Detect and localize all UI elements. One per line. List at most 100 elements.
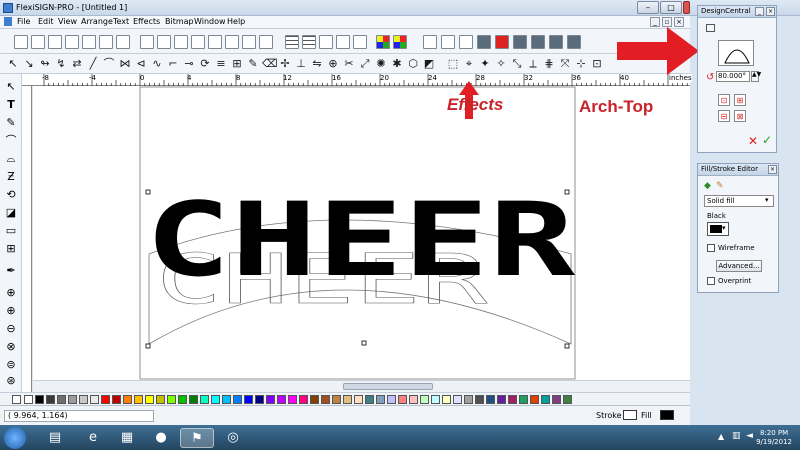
overprint-checkbox[interactable] <box>707 277 715 285</box>
ruler-tool-icon[interactable]: ▭ <box>4 224 18 238</box>
close-button[interactable] <box>683 1 690 14</box>
bevel-icon[interactable] <box>513 35 527 49</box>
properties-icon[interactable] <box>353 35 367 49</box>
show-rulers-icon[interactable] <box>302 35 316 49</box>
blend-icon[interactable] <box>549 35 563 49</box>
zoom-out-icon[interactable]: ⊖ <box>4 322 18 336</box>
palette-swatch[interactable] <box>508 395 517 404</box>
zoom-tools-icon[interactable] <box>319 35 333 49</box>
menu-bitmap[interactable]: Bitmap <box>165 17 194 26</box>
arch-option-4-icon[interactable]: ⊠ <box>734 110 746 122</box>
no-color-swatch[interactable] <box>12 395 21 404</box>
zoom-all-icon[interactable]: ⊛ <box>4 374 18 388</box>
palette-swatch[interactable] <box>475 395 484 404</box>
menu-window[interactable]: Window <box>194 17 226 26</box>
app-taskbar-icon[interactable]: ◎ <box>216 428 250 448</box>
angle-spinner[interactable]: ▲▼ <box>751 71 761 82</box>
origin-icon[interactable]: ⊹ <box>574 57 588 70</box>
contour-icon[interactable] <box>495 35 509 49</box>
arc-tool-icon[interactable]: ⌒ <box>4 134 18 148</box>
kern-icon[interactable]: ⇄ <box>70 57 84 70</box>
corner-icon[interactable]: ⌐ <box>166 57 180 70</box>
palette-swatch[interactable] <box>321 395 330 404</box>
fill-bucket-icon[interactable]: ◆ <box>704 181 711 191</box>
palette-swatch[interactable] <box>486 395 495 404</box>
tray-flag-icon[interactable]: ▲ <box>718 432 724 441</box>
palette-swatch[interactable] <box>167 395 176 404</box>
palette-swatch[interactable] <box>310 395 319 404</box>
panel-close-icon[interactable]: × <box>768 165 777 174</box>
pan-icon[interactable]: ✧ <box>494 57 508 70</box>
palette-swatch[interactable] <box>211 395 220 404</box>
arch-option-2-icon[interactable]: ⊞ <box>734 94 746 106</box>
palette-swatch[interactable] <box>255 395 264 404</box>
effects-distortion-icon[interactable] <box>459 35 473 49</box>
copy-icon[interactable] <box>157 35 171 49</box>
knife-icon[interactable]: ✎ <box>246 57 260 70</box>
stroke-pen-icon[interactable]: ✎ <box>716 181 724 191</box>
wireframe-checkbox[interactable] <box>707 244 715 252</box>
menu-view[interactable]: View <box>58 17 77 26</box>
weld-icon[interactable] <box>567 35 581 49</box>
maximize-button[interactable]: □ <box>660 1 682 14</box>
explorer-icon[interactable]: ▤ <box>38 428 72 448</box>
shape-tool-icon[interactable]: ✎ <box>4 116 18 130</box>
pointer-icon[interactable]: ⤡ <box>510 57 524 70</box>
align-tool-icon[interactable]: ⊞ <box>4 242 18 256</box>
color-palette-icon[interactable] <box>376 35 390 49</box>
palette-swatch[interactable] <box>343 395 352 404</box>
scrollbar-thumb[interactable] <box>343 383 433 390</box>
apply-check-icon[interactable]: ✓ <box>762 133 772 147</box>
palette-swatch[interactable] <box>497 395 506 404</box>
measure-icon[interactable]: ✦ <box>478 57 492 70</box>
fill-type-select[interactable]: Solid fill <box>704 195 774 207</box>
horizontal-ruler[interactable]: -8 -4 0 4 8 12 16 20 24 28 32 36 40 inch… <box>22 74 692 86</box>
emboss-icon[interactable] <box>531 35 545 49</box>
cancel-icon[interactable]: ✕ <box>748 134 758 148</box>
paste-icon[interactable] <box>174 35 188 49</box>
contour-tool-icon[interactable]: ⌓ <box>4 152 18 166</box>
palette-swatch[interactable] <box>178 395 187 404</box>
clock[interactable]: 8:20 PM 9/19/2012 <box>756 429 792 447</box>
panel-pin-icon[interactable]: _ <box>755 7 764 16</box>
zoom-plus-icon[interactable]: ⊕ <box>4 304 18 318</box>
fill-stroke-icon[interactable] <box>423 35 437 49</box>
advanced-button[interactable]: Advanced... <box>716 260 762 272</box>
palette-swatch[interactable] <box>134 395 143 404</box>
offset-icon[interactable]: ⊕ <box>326 57 340 70</box>
palette-swatch[interactable] <box>409 395 418 404</box>
palette-swatch[interactable] <box>222 395 231 404</box>
panel-close-icon[interactable]: × <box>766 7 775 16</box>
palette-swatch[interactable] <box>79 395 88 404</box>
dimension-icon[interactable]: ⟂ <box>526 57 540 70</box>
arch-option-3-icon[interactable]: ⊟ <box>718 110 730 122</box>
zoom-page-icon[interactable]: ⊜ <box>4 358 18 372</box>
flexisign-taskbar-icon[interactable]: ⚑ <box>180 428 214 448</box>
split-icon[interactable]: ⊥ <box>294 57 308 70</box>
color-manager-icon[interactable] <box>393 35 407 49</box>
menu-edit[interactable]: Edit <box>38 17 54 26</box>
start-button[interactable] <box>4 427 26 449</box>
palette-swatch[interactable] <box>233 395 242 404</box>
minimize-button[interactable]: – <box>637 1 659 14</box>
trim-icon[interactable]: ✂ <box>342 57 356 70</box>
palette-swatch[interactable] <box>244 395 253 404</box>
select-tool-icon[interactable]: ↖ <box>4 80 18 94</box>
doc-close-button[interactable]: × <box>674 17 684 27</box>
palette-swatch[interactable] <box>365 395 374 404</box>
palette-swatch[interactable] <box>332 395 341 404</box>
palette-swatch[interactable] <box>46 395 55 404</box>
palette-swatch[interactable] <box>266 395 275 404</box>
palette-swatch[interactable] <box>112 395 121 404</box>
palette-swatch[interactable] <box>24 395 33 404</box>
cut-icon[interactable] <box>140 35 154 49</box>
break-icon[interactable]: ⋈ <box>118 57 132 70</box>
snap-icon[interactable]: ⊡ <box>590 57 604 70</box>
guide-icon[interactable]: ⋕ <box>542 57 556 70</box>
palette-swatch[interactable] <box>530 395 539 404</box>
arch-option-1-icon[interactable]: ⊡ <box>718 94 730 106</box>
undo-list-icon[interactable] <box>225 35 239 49</box>
menu-file[interactable]: File <box>17 17 30 26</box>
palette-swatch[interactable] <box>519 395 528 404</box>
vertical-ruler[interactable] <box>22 86 32 392</box>
